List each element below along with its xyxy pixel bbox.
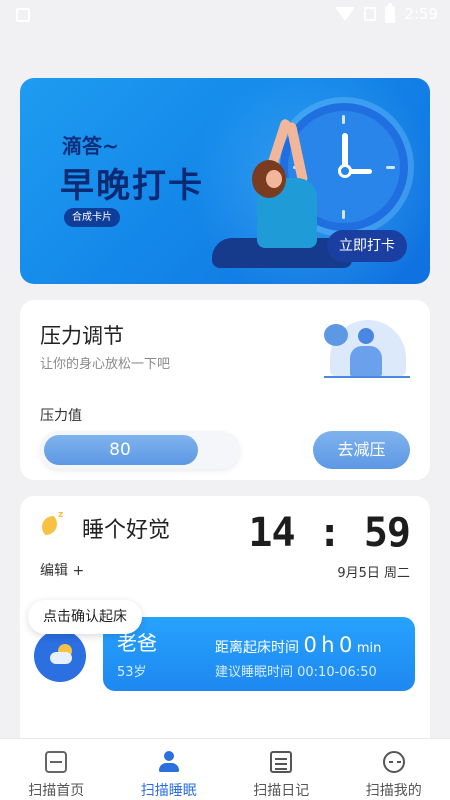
- tab-scan-sleep[interactable]: 扫描睡眠: [113, 739, 226, 800]
- sleep-title: 睡个好觉: [82, 518, 171, 543]
- banner-chip: 合成卡片: [64, 208, 120, 227]
- tab-scan-home[interactable]: 扫描首页: [0, 739, 113, 800]
- confirm-wake-tooltip[interactable]: 点击确认起床: [28, 600, 142, 634]
- relieve-stress-button[interactable]: 去减压: [313, 431, 410, 469]
- sleep-clock: 14 : 59: [248, 510, 411, 556]
- edit-button[interactable]: 编辑 +: [40, 560, 84, 580]
- stress-value: 80: [109, 440, 131, 460]
- user-icon: [158, 751, 180, 773]
- weather-avatar-icon[interactable]: [34, 630, 86, 682]
- yoga-figure-face: [266, 170, 282, 188]
- face-icon: [382, 751, 405, 773]
- tab-label: 扫描我的: [365, 783, 422, 799]
- status-bar: 2:59: [0, 0, 450, 30]
- banner-title: 早晚打卡: [60, 166, 204, 206]
- tab-scan-diary[interactable]: 扫描日记: [225, 739, 338, 800]
- tab-scan-me[interactable]: 扫描我的: [338, 739, 450, 800]
- tab-label: 扫描睡眠: [140, 783, 197, 799]
- stress-value-label: 压力值: [40, 408, 82, 424]
- document-icon: [270, 751, 293, 773]
- stress-subtitle: 让你的身心放松一下吧: [40, 357, 171, 372]
- scan-icon: [45, 751, 68, 773]
- battery-icon: [385, 2, 396, 23]
- tab-label: 扫描首页: [28, 783, 85, 799]
- wifi-icon: [335, 7, 356, 21]
- stress-card: 压力调节 让你的身心放松一下吧 压力值 80 去减压: [20, 300, 430, 480]
- checkin-banner[interactable]: 滴答~ 早晚打卡 合成卡片 立即打卡: [20, 78, 430, 284]
- member-age: 53岁: [117, 665, 147, 680]
- app-notification-icon: [16, 8, 30, 22]
- banner-small-text: 滴答~: [62, 134, 119, 158]
- stress-title: 压力调节: [40, 324, 124, 348]
- status-time: 2:59: [404, 5, 438, 23]
- time-until-wake: 距离起床时间 0 h 0 min: [215, 633, 382, 657]
- relax-person-icon: [324, 320, 410, 378]
- sleep-date: 9月5日 周二: [337, 566, 410, 581]
- stress-level-bar: 80: [40, 431, 240, 469]
- family-member-card[interactable]: 老爸 53岁 距离起床时间 0 h 0 min 建议睡眠时间 00:10-06:…: [103, 617, 415, 691]
- signal-icon: [364, 7, 377, 21]
- bottom-tab-bar: 扫描首页 扫描睡眠 扫描日记 扫描我的: [0, 738, 450, 800]
- tab-label: 扫描日记: [253, 783, 310, 799]
- recommended-sleep-time: 建议睡眠时间 00:10-06:50: [215, 665, 377, 680]
- sleep-z-icon: z: [58, 510, 64, 520]
- checkin-button[interactable]: 立即打卡: [327, 230, 407, 262]
